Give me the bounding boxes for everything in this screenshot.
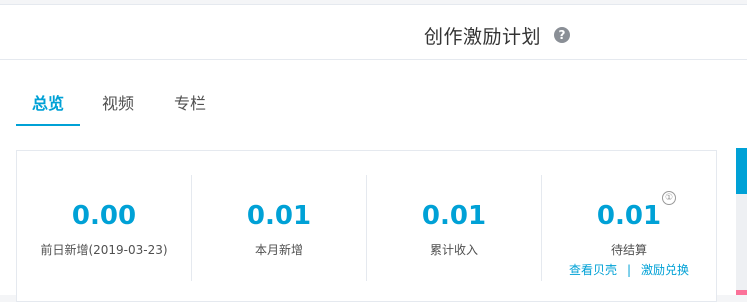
- page-title: 创作激励计划: [424, 26, 542, 48]
- main-content: 总览 视频 专栏 0.00 前日新增(2019-03-23) 0.01 本月新增…: [0, 60, 747, 302]
- stat-label: 本月新增: [254, 243, 303, 257]
- side-panel: [736, 194, 747, 295]
- stat-yesterday: 0.00 前日新增(2019-03-23): [17, 175, 191, 281]
- stat-label: 待结算: [610, 243, 647, 257]
- view-shells-link[interactable]: 查看贝壳: [569, 263, 617, 277]
- stat-pending: 0.01 ① 待结算 查看贝壳 | 激励兑换: [542, 175, 716, 281]
- active-tab-indicator: [16, 124, 80, 126]
- stat-value: 0.01: [421, 201, 487, 231]
- tab-video[interactable]: 视频: [102, 90, 134, 114]
- tab-column[interactable]: 专栏: [174, 90, 206, 114]
- stat-value: 0.01: [596, 201, 662, 231]
- top-header: 创作激励计划 ?: [0, 4, 747, 60]
- stat-value: 0.00: [71, 201, 137, 231]
- stats-card: 0.00 前日新增(2019-03-23) 0.01 本月新增 0.01 累计收…: [16, 150, 717, 302]
- incentive-exchange-link[interactable]: 激励兑换: [641, 263, 689, 277]
- help-icon[interactable]: ?: [554, 27, 570, 43]
- link-separator: |: [626, 263, 632, 277]
- stat-total-income: 0.01 累计收入: [367, 175, 541, 281]
- tab-overview[interactable]: 总览: [32, 90, 64, 114]
- side-tab-blue[interactable]: [736, 148, 747, 194]
- stat-label: 前日新增(2019-03-23): [40, 243, 168, 257]
- info-icon[interactable]: ①: [662, 191, 676, 205]
- pending-links: 查看贝壳 | 激励兑换: [542, 261, 716, 278]
- stat-value: 0.01: [246, 201, 312, 231]
- stat-label: 累计收入: [429, 243, 478, 257]
- stat-this-month: 0.01 本月新增: [192, 175, 366, 281]
- side-tab-pink[interactable]: [736, 290, 747, 295]
